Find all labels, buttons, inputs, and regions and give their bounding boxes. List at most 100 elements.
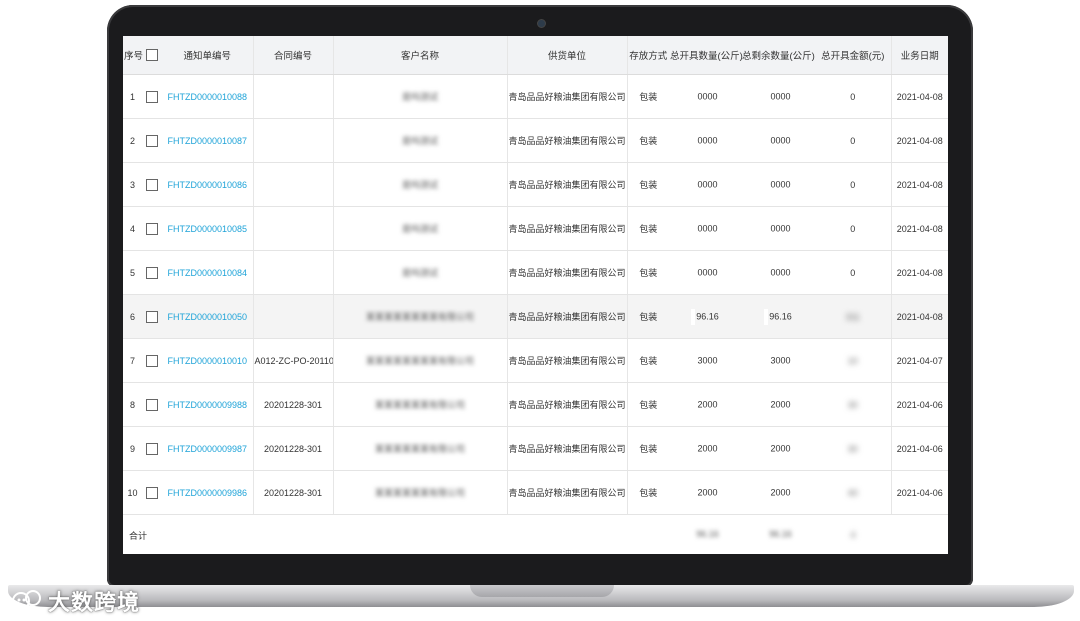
row-seq: 9 <box>123 426 142 471</box>
row-select[interactable] <box>142 294 162 339</box>
row-issued-qty: 0000 <box>669 206 741 251</box>
row-notice-no-cell[interactable]: FHTZD0000009987 <box>162 426 254 471</box>
row-seq: 7 <box>123 338 142 383</box>
row-biz-date: 2021-04-08 <box>891 74 948 119</box>
row-checkbox[interactable] <box>146 486 158 499</box>
row-notice-no-cell[interactable]: FHTZD0000010086 <box>162 162 254 207</box>
row-select[interactable] <box>142 250 162 295</box>
notice-no-link[interactable]: FHTZD0000010084 <box>167 268 247 278</box>
row-seq: 2 <box>123 118 142 163</box>
notice-no-link[interactable]: FHTZD0000010010 <box>167 356 247 366</box>
row-storage: 包装 <box>627 294 669 339</box>
table-row[interactable]: 7 FHTZD0000010010 A012-ZC-PO-20110002某某某某某… <box>123 338 948 383</box>
table-row[interactable]: 1 FHTZD0000010088 是吗测试 青岛品品好粮油集团有限公司 包装 0000 0… <box>123 74 948 119</box>
row-select[interactable] <box>142 118 162 163</box>
notice-no-link[interactable]: FHTZD0000010085 <box>167 224 247 234</box>
notice-no-link[interactable]: FHTZD0000010088 <box>167 92 247 102</box>
row-remaining-qty: 3000 <box>741 338 815 383</box>
row-seq: 10 <box>123 470 142 515</box>
notice-no-link[interactable]: FHTZD0000009988 <box>167 400 247 410</box>
header-biz-date: 业务日期 <box>891 36 948 75</box>
row-checkbox[interactable] <box>146 222 158 235</box>
row-storage: 包装 <box>627 470 669 515</box>
table-row[interactable]: 10 FHTZD0000009986 20201228-301 某某某某某某有限公司青… <box>123 470 948 515</box>
table-row[interactable]: 8 FHTZD0000009988 20201228-301 某某某某某某有限公司 青岛… <box>123 382 948 427</box>
row-biz-date: 2021-04-08 <box>891 206 948 251</box>
header-storage: 存放方式 <box>627 36 669 75</box>
row-contract-no <box>253 294 334 339</box>
table-body: 1 FHTZD0000010088 是吗测试 青岛品品好粮油集团有限公司 包装 0000 0… <box>123 74 948 515</box>
header-notice-no: 通知单编号 <box>162 36 254 75</box>
notice-no-link[interactable]: FHTZD0000010050 <box>167 312 247 322</box>
row-checkbox[interactable] <box>146 398 158 411</box>
table-row[interactable]: 9 FHTZD0000009987 20201228-301 某某某某某某有限公司 青岛… <box>123 426 948 471</box>
row-checkbox[interactable] <box>146 266 158 279</box>
row-contract-no: 20201228-301 <box>253 426 334 471</box>
row-select[interactable] <box>142 382 162 427</box>
row-notice-no-cell[interactable]: FHTZD0000010050 <box>162 294 254 339</box>
row-amount: 0 <box>815 206 892 251</box>
summary-remaining-qty: 96.16 <box>741 515 815 555</box>
table-row[interactable]: 5 FHTZD0000010084 是吗测试 青岛品品好粮油集团有限公司 包装 0000 0… <box>123 250 948 295</box>
row-biz-date: 2021-04-08 <box>891 294 948 339</box>
row-amount: 40 <box>815 470 892 515</box>
row-notice-no-cell[interactable]: FHTZD0000010087 <box>162 118 254 163</box>
row-notice-no-cell[interactable]: FHTZD0000010010 <box>162 338 254 383</box>
row-checkbox[interactable] <box>146 442 158 455</box>
row-select[interactable] <box>142 470 162 515</box>
header-select-all[interactable] <box>142 36 162 75</box>
row-remaining-qty: 2000 <box>741 470 815 515</box>
header-total-issued-qty: 总开具数量(公斤) <box>669 36 743 75</box>
row-checkbox[interactable] <box>146 178 158 191</box>
row-customer: 是吗测试 <box>333 206 508 251</box>
row-select[interactable] <box>142 74 162 119</box>
row-supplier: 青岛品品好粮油集团有限公司 <box>507 470 628 515</box>
row-checkbox[interactable] <box>146 310 158 323</box>
row-supplier: 青岛品品好粮油集团有限公司 <box>507 250 628 295</box>
summary-amount: 4 <box>850 530 856 540</box>
row-notice-no-cell[interactable]: FHTZD0000010088 <box>162 74 254 119</box>
row-checkbox[interactable] <box>146 134 158 147</box>
header-contract-no: 合同编号 <box>253 36 334 75</box>
row-select[interactable] <box>142 162 162 207</box>
notice-no-link[interactable]: FHTZD0000009986 <box>167 488 247 498</box>
row-notice-no-cell[interactable]: FHTZD0000009986 <box>162 470 254 515</box>
notice-no-link[interactable]: FHTZD0000009987 <box>167 444 247 454</box>
row-biz-date: 2021-04-06 <box>891 382 948 427</box>
row-supplier: 青岛品品好粮油集团有限公司 <box>507 74 628 119</box>
delivery-notice-table: 序号 通知单编号 合同编号 客户名称 供货单位 存放方式 总开具数量(公斤) 总… <box>123 36 948 554</box>
table-row[interactable]: 2 FHTZD0000010087 是吗测试 青岛品品好粮油集团有限公司 包装 0000 0… <box>123 118 948 163</box>
row-supplier: 青岛品品好粮油集团有限公司 <box>507 118 628 163</box>
row-checkbox[interactable] <box>146 354 158 367</box>
row-notice-no-cell[interactable]: FHTZD0000010085 <box>162 206 254 251</box>
row-biz-date: 2021-04-07 <box>891 338 948 383</box>
row-select[interactable] <box>142 206 162 251</box>
row-notice-no-cell[interactable]: FHTZD0000010084 <box>162 250 254 295</box>
row-contract-no: 20201228-301 <box>253 382 334 427</box>
notice-no-link[interactable]: FHTZD0000010086 <box>167 180 247 190</box>
row-contract-no <box>253 74 334 119</box>
row-issued-qty: 0000 <box>669 162 741 207</box>
row-amount: 30 <box>815 382 892 427</box>
row-remaining-qty: 96.16 <box>741 294 815 339</box>
summary-label: 合计 <box>129 530 148 541</box>
row-customer: 是吗测试 <box>333 250 508 295</box>
row-checkbox[interactable] <box>146 90 158 103</box>
row-amount: 30 <box>815 426 892 471</box>
row-customer: 是吗测试 <box>333 118 508 163</box>
table-row[interactable]: 3 FHTZD0000010086 是吗测试 青岛品品好粮油集团有限公司 包装 0000 0… <box>123 162 948 207</box>
row-notice-no-cell[interactable]: FHTZD0000009988 <box>162 382 254 427</box>
row-biz-date: 2021-04-08 <box>891 162 948 207</box>
row-contract-no <box>253 250 334 295</box>
row-select[interactable] <box>142 338 162 383</box>
row-select[interactable] <box>142 426 162 471</box>
select-all-checkbox[interactable] <box>146 49 158 61</box>
notice-no-link[interactable]: FHTZD0000010087 <box>167 136 247 146</box>
table-row[interactable]: 4 FHTZD0000010085 是吗测试 青岛品品好粮油集团有限公司 包装 0000 0… <box>123 206 948 251</box>
header-seq: 序号 <box>123 36 143 75</box>
row-supplier: 青岛品品好粮油集团有限公司 <box>507 294 628 339</box>
row-amount: 311 <box>815 294 892 339</box>
row-storage: 包装 <box>627 250 669 295</box>
laptop-screen: 序号 通知单编号 合同编号 客户名称 供货单位 存放方式 总开具数量(公斤) 总… <box>123 36 948 554</box>
table-row[interactable]: 6 FHTZD0000010050 某某某某某某某某有限公司 青岛品品好粮油集团有限公… <box>123 294 948 339</box>
